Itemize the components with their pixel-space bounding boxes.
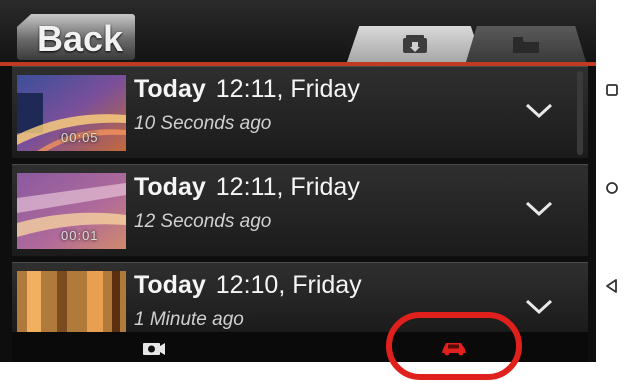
camera-icon[interactable] xyxy=(142,340,166,356)
recording-title: Today 12:11, Friday xyxy=(134,75,360,104)
recording-title: Today 12:11, Friday xyxy=(134,173,360,202)
recordings-icon xyxy=(403,35,427,53)
chevron-down-icon[interactable] xyxy=(524,297,554,317)
top-bar: Back xyxy=(0,0,596,62)
chevron-down-icon[interactable] xyxy=(524,101,554,121)
app-screen: Back 00:05 Today 12:11, Friday 10 Second… xyxy=(0,0,596,362)
recording-age: 10 Seconds ago xyxy=(134,113,272,134)
scrollbar[interactable] xyxy=(577,71,583,155)
recording-time: 12:11, Friday xyxy=(215,75,360,103)
video-thumbnail[interactable] xyxy=(17,271,126,332)
list-item[interactable]: 00:01 Today 12:11, Friday 12 Seconds ago xyxy=(12,164,588,256)
back-button-label: Back xyxy=(37,18,124,59)
chevron-down-icon[interactable] xyxy=(524,199,554,219)
back-nav-icon[interactable] xyxy=(604,278,620,294)
back-button[interactable]: Back xyxy=(17,14,135,60)
video-thumbnail[interactable]: 00:05 xyxy=(17,75,126,151)
system-nav-bar xyxy=(596,0,628,362)
recording-day: Today xyxy=(134,271,206,299)
recordings-list: 00:05 Today 12:11, Friday 10 Seconds ago xyxy=(12,66,588,332)
recording-day: Today xyxy=(134,75,206,103)
thumbnail-image xyxy=(17,271,126,332)
recent-apps-icon[interactable] xyxy=(604,82,620,98)
highlight-circle xyxy=(386,312,522,380)
video-duration: 00:01 xyxy=(61,228,99,243)
recording-time: 12:11, Friday xyxy=(215,173,360,201)
recording-age: 1 Minute ago xyxy=(134,309,244,330)
recording-time: 12:10, Friday xyxy=(215,271,362,299)
recording-age: 12 Seconds ago xyxy=(134,211,272,232)
home-icon[interactable] xyxy=(604,180,620,196)
recording-day: Today xyxy=(134,173,206,201)
tab-folder[interactable] xyxy=(466,26,586,62)
video-duration: 00:05 xyxy=(61,130,99,145)
recording-title: Today 12:10, Friday xyxy=(134,271,362,300)
video-thumbnail[interactable]: 00:01 xyxy=(17,173,126,249)
tab-recordings[interactable] xyxy=(347,26,483,62)
folder-icon xyxy=(513,37,539,53)
list-item[interactable]: 00:05 Today 12:11, Friday 10 Seconds ago xyxy=(12,66,588,158)
